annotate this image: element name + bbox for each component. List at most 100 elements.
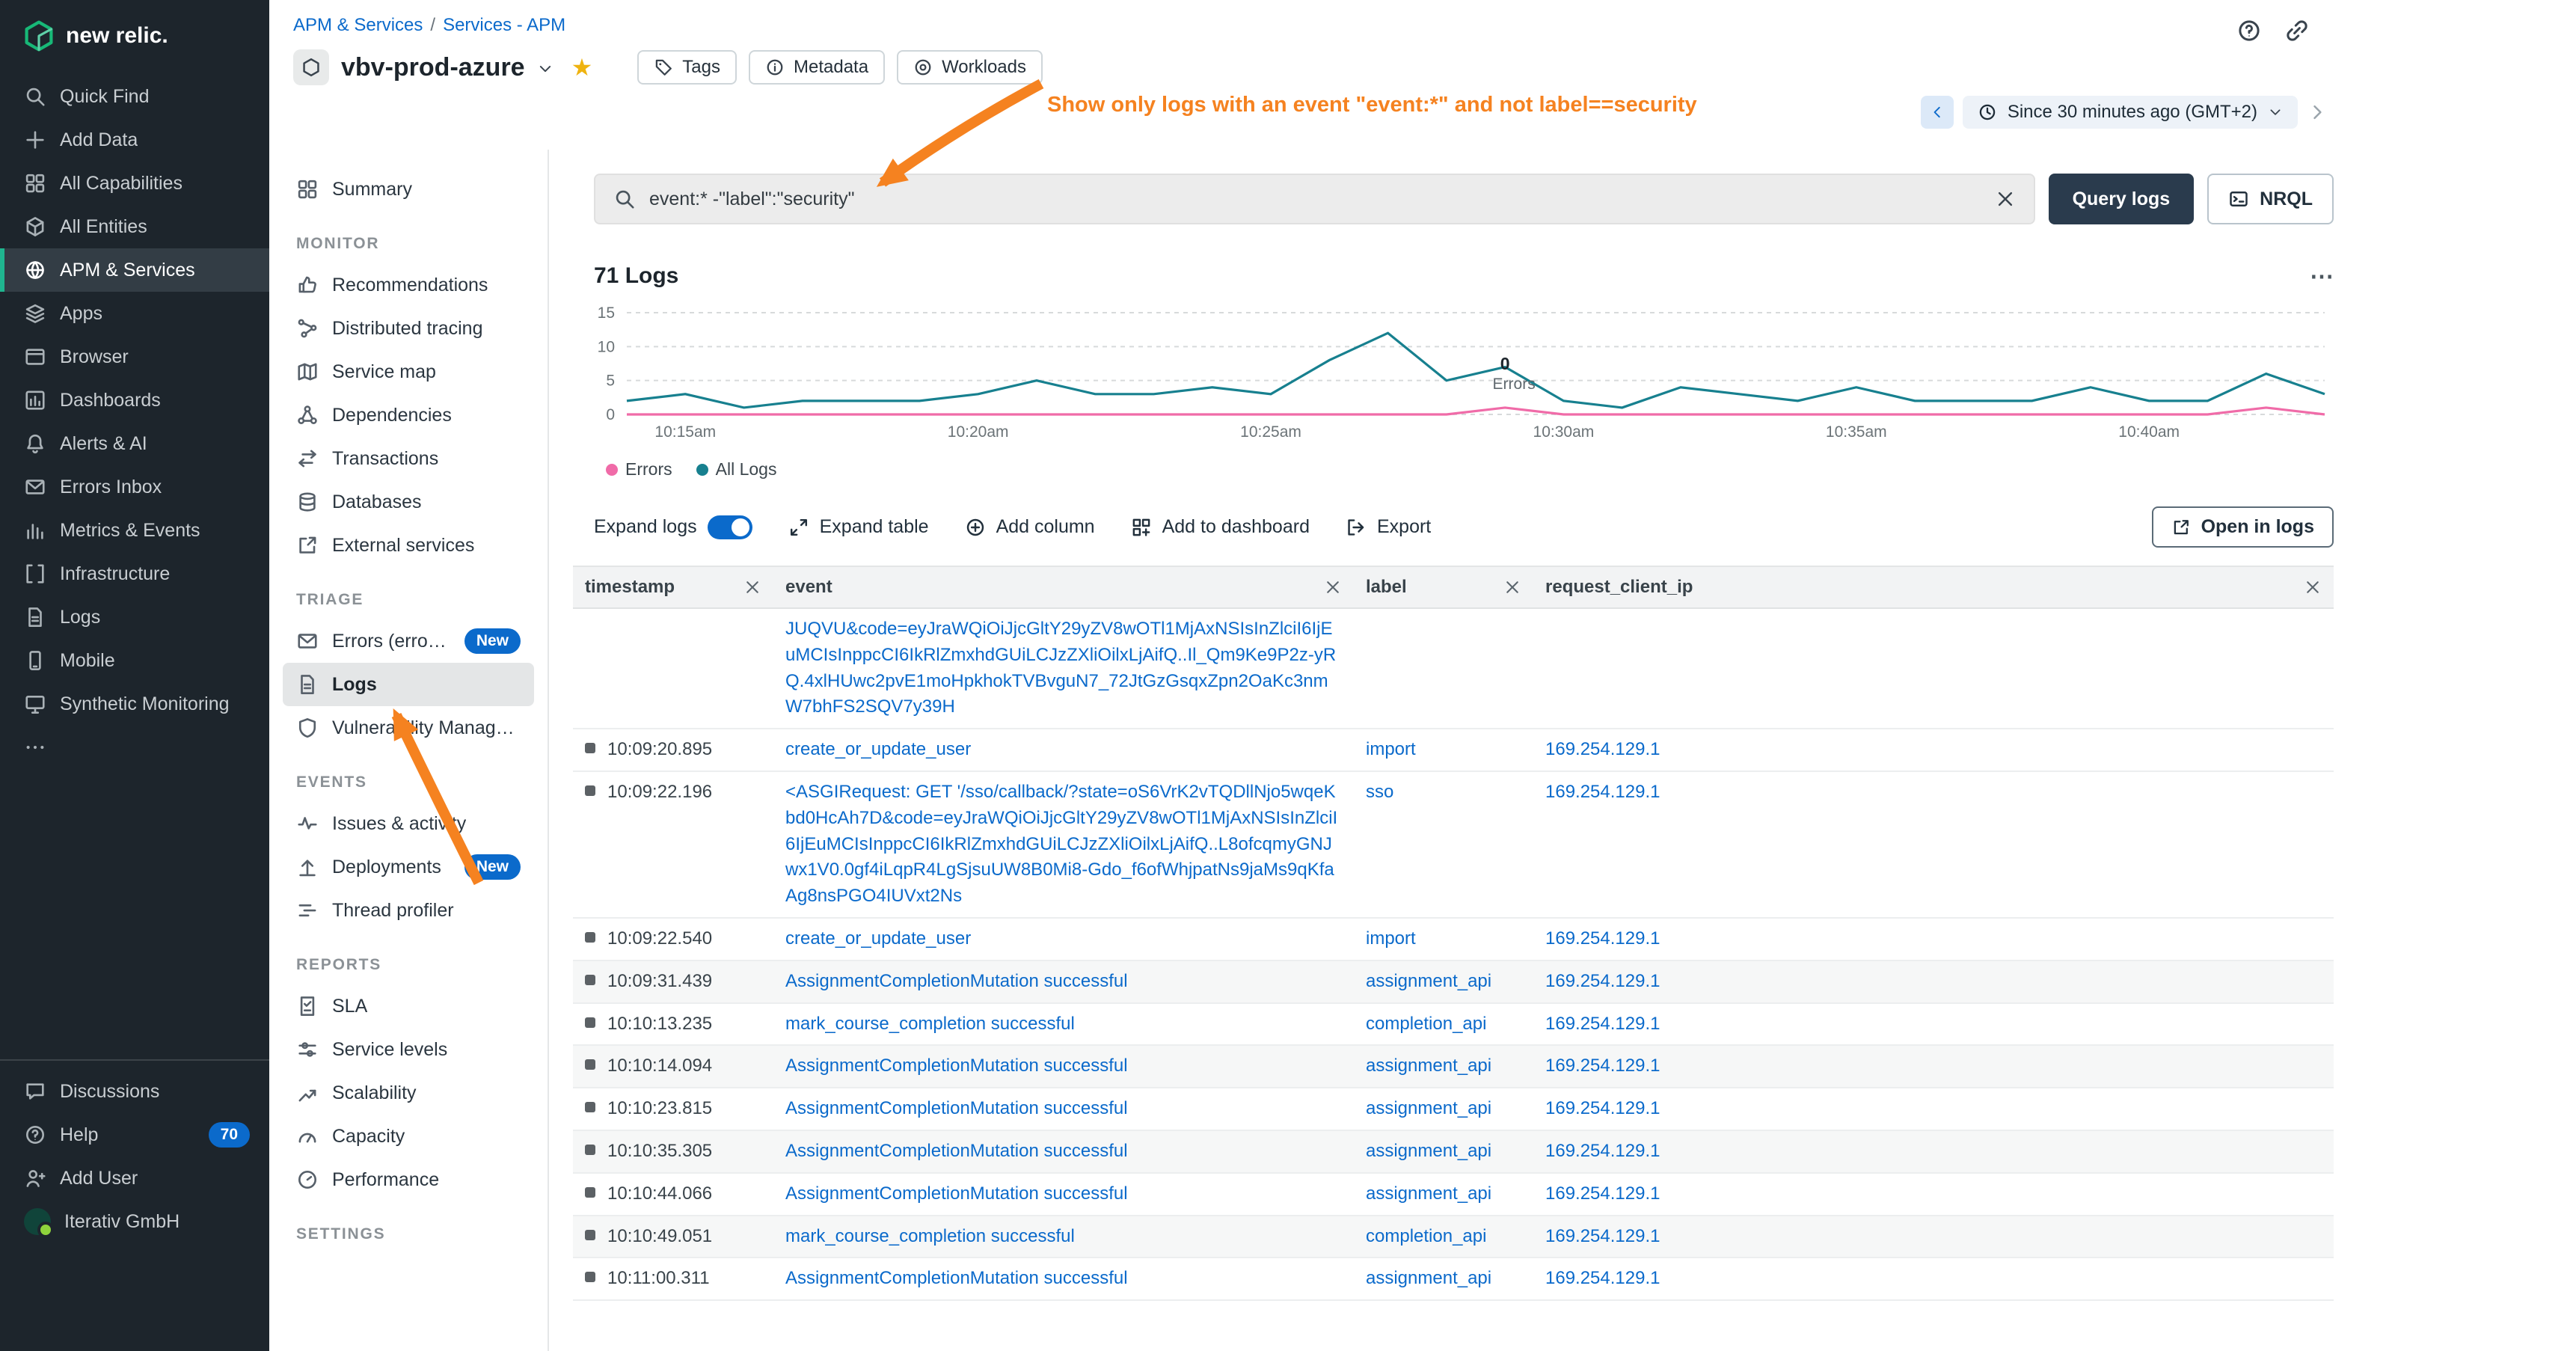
chip-workloads[interactable]: Workloads — [897, 50, 1043, 85]
subnav-item-transactions[interactable]: Transactions — [283, 437, 534, 480]
subnav-item-thread-profiler[interactable]: Thread profiler — [283, 889, 534, 932]
subnav-item-errors-inbox[interactable]: Errors (errors inb...New — [283, 619, 534, 663]
log-label-link[interactable]: assignment_api — [1366, 1181, 1491, 1207]
subnav-item-issues-activity[interactable]: Issues & activity — [283, 802, 534, 845]
log-event-link[interactable]: AssignmentCompletionMutation successful — [785, 1096, 1128, 1122]
remove-column-button[interactable] — [1503, 578, 1521, 596]
time-forward-button[interactable] — [2307, 102, 2328, 123]
chip-tags[interactable]: Tags — [637, 50, 737, 85]
overflow-menu-button[interactable]: ⋯ — [2310, 264, 2334, 288]
log-ip-link[interactable]: 169.254.129.1 — [1545, 1096, 1660, 1122]
sidebar-item-all-entities[interactable]: All Entities — [0, 205, 269, 248]
subnav-item-sla[interactable]: SLA — [283, 984, 534, 1028]
sidebar-item-discussions[interactable]: Discussions — [0, 1070, 269, 1113]
subnav-item-recommendations[interactable]: Recommendations — [283, 263, 534, 307]
breadcrumb-link-apm-services[interactable]: APM & Services — [293, 15, 423, 36]
sidebar-item-synthetic-monitoring[interactable]: Synthetic Monitoring — [0, 682, 269, 726]
open-in-logs-button[interactable]: Open in logs — [2152, 506, 2334, 548]
log-ip-link[interactable]: 169.254.129.1 — [1545, 1224, 1660, 1250]
log-event-link[interactable]: mark_course_completion successful — [785, 1224, 1075, 1250]
log-row[interactable]: 10:09:20.895create_or_update_userimport1… — [573, 729, 2334, 772]
log-event-link[interactable]: AssignmentCompletionMutation successful — [785, 1266, 1128, 1292]
time-back-button[interactable] — [1921, 96, 1954, 129]
log-label-link[interactable]: completion_api — [1366, 1011, 1486, 1038]
log-row[interactable]: 10:09:22.540create_or_update_userimport1… — [573, 919, 2334, 961]
sidebar-item-apps[interactable]: Apps — [0, 292, 269, 335]
subnav-item-databases[interactable]: Databases — [283, 480, 534, 524]
log-label-link[interactable]: assignment_api — [1366, 1053, 1491, 1079]
subnav-item-vulnerability-management[interactable]: Vulnerability Management — [283, 706, 534, 750]
sidebar-item-dashboards[interactable]: Dashboards — [0, 379, 269, 422]
legend-item-all-logs[interactable]: All Logs — [696, 459, 777, 480]
query-logs-button[interactable]: Query logs — [2049, 174, 2195, 224]
log-event-link[interactable]: JUQVU&code=eyJraWQiOiJjcGltY29yZV8wOTl1M… — [785, 616, 1342, 720]
nrql-button[interactable]: NRQL — [2207, 174, 2334, 224]
log-event-link[interactable]: mark_course_completion successful — [785, 1011, 1075, 1038]
log-ip-link[interactable]: 169.254.129.1 — [1545, 779, 1660, 806]
log-row[interactable]: 10:09:31.439AssignmentCompletionMutation… — [573, 961, 2334, 1004]
subnav-item-capacity[interactable]: Capacity — [283, 1115, 534, 1158]
log-event-link[interactable]: AssignmentCompletionMutation successful — [785, 1053, 1128, 1079]
sidebar-item-quick-find[interactable]: Quick Find — [0, 75, 269, 118]
help-circle-icon[interactable] — [2236, 18, 2262, 43]
log-label-link[interactable]: assignment_api — [1366, 1139, 1491, 1165]
subnav-item-service-map[interactable]: Service map — [283, 350, 534, 393]
log-ip-link[interactable]: 169.254.129.1 — [1545, 969, 1660, 995]
log-event-link[interactable]: AssignmentCompletionMutation successful — [785, 969, 1128, 995]
sidebar-item-infrastructure[interactable]: Infrastructure — [0, 552, 269, 595]
log-event-link[interactable]: create_or_update_user — [785, 737, 971, 763]
log-event-link[interactable]: AssignmentCompletionMutation successful — [785, 1139, 1128, 1165]
logs-search-input[interactable]: event:* -"label":"security" — [594, 174, 2035, 224]
log-ip-link[interactable]: 169.254.129.1 — [1545, 1181, 1660, 1207]
log-ip-link[interactable]: 169.254.129.1 — [1545, 1139, 1660, 1165]
log-label-link[interactable]: import — [1366, 926, 1416, 952]
log-event-link[interactable]: create_or_update_user — [785, 926, 971, 952]
remove-column-button[interactable] — [2304, 578, 2322, 596]
subnav-item-logs[interactable]: Logs — [283, 663, 534, 706]
log-label-link[interactable]: assignment_api — [1366, 1096, 1491, 1122]
log-ip-link[interactable]: 169.254.129.1 — [1545, 1053, 1660, 1079]
remove-column-button[interactable] — [1324, 578, 1342, 596]
log-row[interactable]: 10:11:00.311AssignmentCompletionMutation… — [573, 1258, 2334, 1301]
sidebar-item-account[interactable]: Iterativ GmbH — [0, 1200, 269, 1243]
clear-search-icon[interactable] — [1995, 189, 2016, 209]
sidebar-item-apm-services[interactable]: APM & Services — [0, 248, 269, 292]
sidebar-item-add-data[interactable]: Add Data — [0, 118, 269, 162]
toggle-on-icon[interactable] — [708, 515, 752, 539]
remove-column-button[interactable] — [743, 578, 761, 596]
sidebar-item-all-capabilities[interactable]: All Capabilities — [0, 162, 269, 205]
brand-logo[interactable]: new relic. — [0, 0, 269, 66]
sidebar-item-browser[interactable]: Browser — [0, 335, 269, 379]
subnav-item-dependencies[interactable]: Dependencies — [283, 393, 534, 437]
subnav-item-service-levels[interactable]: Service levels — [283, 1028, 534, 1071]
subnav-item-external-services[interactable]: External services — [283, 524, 534, 567]
log-row[interactable]: JUQVU&code=eyJraWQiOiJjcGltY29yZV8wOTl1M… — [573, 609, 2334, 729]
log-row[interactable]: 10:10:23.815AssignmentCompletionMutation… — [573, 1088, 2334, 1131]
add-to-dashboard-button[interactable]: Add to dashboard — [1131, 516, 1310, 538]
sidebar-item-logs[interactable]: Logs — [0, 595, 269, 639]
log-row[interactable]: 10:09:22.196<ASGIRequest: GET '/sso/call… — [573, 772, 2334, 919]
sidebar-item-more[interactable] — [0, 726, 269, 769]
log-event-link[interactable]: <ASGIRequest: GET '/sso/callback/?state=… — [785, 779, 1342, 910]
export-button[interactable]: Export — [1346, 516, 1431, 538]
log-row[interactable]: 10:10:44.066AssignmentCompletionMutation… — [573, 1174, 2334, 1216]
log-ip-link[interactable]: 169.254.129.1 — [1545, 1011, 1660, 1038]
legend-item-errors[interactable]: Errors — [606, 459, 672, 480]
subnav-item-performance[interactable]: Performance — [283, 1158, 534, 1201]
sidebar-item-errors-inbox[interactable]: Errors Inbox — [0, 465, 269, 509]
log-row[interactable]: 10:10:35.305AssignmentCompletionMutation… — [573, 1131, 2334, 1174]
log-label-link[interactable]: completion_api — [1366, 1224, 1486, 1250]
log-row[interactable]: 10:10:14.094AssignmentCompletionMutation… — [573, 1046, 2334, 1088]
copy-link-icon[interactable] — [2284, 18, 2310, 43]
chevron-down-icon[interactable] — [537, 61, 553, 77]
expand-logs-toggle[interactable]: Expand logs — [594, 515, 752, 539]
sidebar-item-metrics-events[interactable]: Metrics & Events — [0, 509, 269, 552]
log-label-link[interactable]: sso — [1366, 779, 1393, 806]
subnav-item-distributed-tracing[interactable]: Distributed tracing — [283, 307, 534, 350]
sidebar-item-mobile[interactable]: Mobile — [0, 639, 269, 682]
subnav-item-summary[interactable]: Summary — [283, 168, 534, 211]
sidebar-item-alerts-ai[interactable]: Alerts & AI — [0, 422, 269, 465]
log-ip-link[interactable]: 169.254.129.1 — [1545, 1266, 1660, 1292]
add-column-button[interactable]: Add column — [965, 516, 1095, 538]
subnav-item-scalability[interactable]: Scalability — [283, 1071, 534, 1115]
